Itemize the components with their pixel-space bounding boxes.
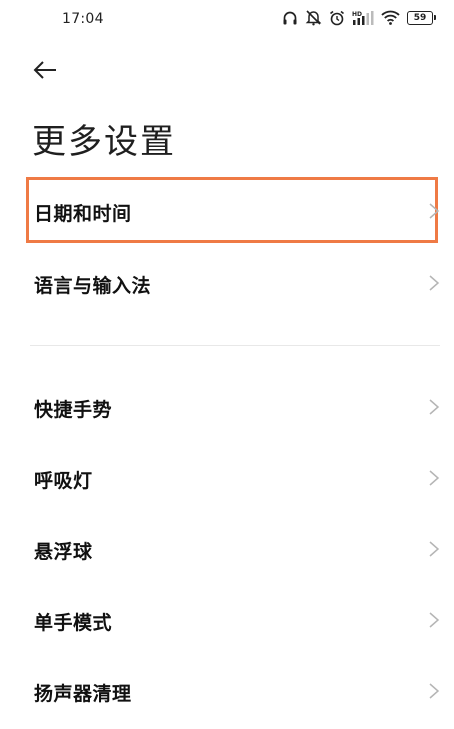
settings-item-label: 呼吸灯	[34, 470, 93, 492]
settings-item-language-input[interactable]: 语言与输入法	[0, 251, 454, 315]
chevron-right-icon	[429, 541, 440, 557]
wifi-icon	[381, 10, 400, 25]
chevron-right-icon	[429, 683, 440, 699]
settings-item-gestures[interactable]: 快捷手势	[0, 375, 454, 439]
hd-label: HD	[352, 11, 362, 18]
battery-level: 59	[407, 10, 433, 25]
settings-item-breathing-light[interactable]: 呼吸灯	[0, 446, 454, 510]
settings-item-floating-ball[interactable]: 悬浮球	[0, 517, 454, 581]
hd-signal-icon: HD	[352, 10, 374, 26]
status-time: 17:04	[62, 11, 104, 27]
battery-icon: 59	[407, 10, 436, 25]
status-bar: 17:04 HD 59	[0, 0, 454, 46]
mute-off-icon	[305, 9, 322, 26]
arrow-left-icon	[33, 61, 56, 79]
settings-item-label: 单手模式	[34, 612, 113, 634]
settings-item-speaker-clean[interactable]: 扬声器清理	[0, 659, 454, 723]
back-button[interactable]	[30, 58, 64, 84]
chevron-right-icon	[429, 470, 440, 486]
settings-item-label: 快捷手势	[34, 399, 113, 421]
settings-item-label: 日期和时间	[34, 203, 132, 225]
settings-item-one-hand-mode[interactable]: 单手模式	[0, 588, 454, 652]
settings-item-label: 语言与输入法	[34, 275, 152, 297]
section-divider	[30, 345, 440, 346]
chevron-right-icon	[429, 612, 440, 628]
chevron-right-icon	[429, 399, 440, 415]
chevron-right-icon	[429, 275, 440, 291]
status-icons: HD 59	[282, 9, 436, 26]
settings-item-label: 扬声器清理	[34, 683, 132, 705]
chevron-right-icon	[429, 203, 440, 219]
page-title: 更多设置	[32, 122, 176, 162]
settings-item-label: 悬浮球	[34, 541, 93, 563]
alarm-icon	[329, 10, 345, 26]
settings-item-date-time[interactable]: 日期和时间	[0, 179, 454, 243]
headset-icon	[282, 10, 298, 26]
